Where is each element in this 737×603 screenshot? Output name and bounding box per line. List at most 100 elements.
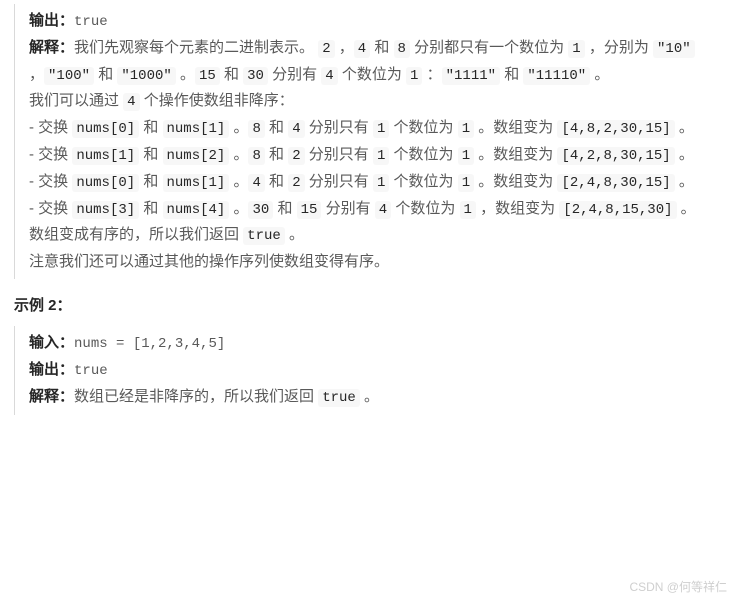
text: 。 [229,200,248,217]
input-value: nums = [1,2,3,4,5] [74,336,225,352]
text: 。数组变为 [474,173,557,190]
code: [4,2,8,30,15] [557,147,674,165]
code: "11110" [523,67,590,85]
code: 4 [375,201,391,219]
text: 。数组变为 [474,119,557,136]
code: 4 [321,67,337,85]
code: 1 [568,40,584,58]
code: nums[0] [72,174,139,192]
code: 15 [195,67,220,85]
code: nums[1] [72,147,139,165]
text: ，数组变为 [476,200,559,217]
swap-line-3: - 交换 nums[0] 和 nums[1] 。4 和 2 分别只有 1 个数位… [29,169,723,196]
output-line: 输出：true [29,8,723,35]
text: 我们先观察每个元素的二进制表示。 [74,39,318,56]
text: 。 [675,146,694,163]
text: 。 [285,226,304,243]
explain-label: 解释： [29,39,74,56]
code: [2,4,8,15,30] [559,201,676,219]
text: 。 [229,119,248,136]
text: 。 [677,200,696,217]
text: ， [29,66,44,83]
code: nums[3] [72,201,139,219]
explain-label: 解释： [29,388,74,405]
swap-line-4: - 交换 nums[3] 和 nums[4] 。30 和 15 分别有 4 个数… [29,196,723,223]
text: 。 [229,173,248,190]
text: 和 [139,173,162,190]
code: nums[4] [163,201,230,219]
input-line: 输入：nums = [1,2,3,4,5] [29,330,723,357]
text: 数组变成有序的，所以我们返回 [29,226,243,243]
text: 个数位为 [389,119,457,136]
text: 注意我们还可以通过其他的操作序列使数组变得有序。 [29,253,389,270]
explain-line: 解释：数组已经是非降序的，所以我们返回 true 。 [29,384,723,411]
example1-block: 输出：true 解释：我们先观察每个元素的二进制表示。 2 ，4 和 8 分别都… [14,4,723,279]
text: - 交换 [29,119,72,136]
input-label: 输入： [29,334,74,351]
text: 。 [360,388,379,405]
code: 30 [248,201,273,219]
text: 。数组变为 [474,146,557,163]
code: 1 [458,120,474,138]
text: ， [335,39,354,56]
text: 和 [94,66,117,83]
text: ： [422,66,441,83]
text: 和 [220,66,243,83]
text: 和 [139,200,162,217]
text: 分别有 [321,200,374,217]
code: 4 [123,93,139,111]
text: 我们可以通过 [29,92,123,109]
text: 个数位为 [391,200,459,217]
text: 和 [139,146,162,163]
text: 。 [176,66,195,83]
text: 和 [265,146,288,163]
text: 。 [229,146,248,163]
watermark: CSDN @何等祥仁 [629,577,727,597]
output-line: 输出：true [29,357,723,384]
output-label: 输出： [29,12,74,29]
text: 分别只有 [305,119,373,136]
output-label: 输出： [29,361,74,378]
code: 2 [318,40,334,58]
code: 2 [288,174,304,192]
code: [2,4,8,30,15] [557,174,674,192]
code: 1 [373,120,389,138]
code: true [243,227,285,245]
explain-line-1: 解释：我们先观察每个元素的二进制表示。 2 ，4 和 8 分别都只有一个数位为 … [29,35,723,89]
code: 4 [354,40,370,58]
code: 30 [243,67,268,85]
code: [4,8,2,30,15] [557,120,674,138]
text: 和 [265,173,288,190]
example2-block: 输入：nums = [1,2,3,4,5] 输出：true 解释：数组已经是非降… [14,326,723,414]
code: "1000" [117,67,175,85]
explain-line-4: 注意我们还可以通过其他的操作序列使数组变得有序。 [29,249,723,275]
code: 1 [373,147,389,165]
code: 4 [288,120,304,138]
text: - 交换 [29,146,72,163]
code: 1 [406,67,422,85]
text: 和 [500,66,523,83]
explain-line-2: 我们可以通过 4 个操作使数组非降序： [29,88,723,115]
text: 分别有 [268,66,321,83]
code: "10" [653,40,695,58]
text: 。 [675,173,694,190]
code: 1 [460,201,476,219]
code: "1111" [442,67,500,85]
code: 15 [297,201,322,219]
text: 。 [675,119,694,136]
code: nums[0] [72,120,139,138]
text: 分别只有 [305,146,373,163]
swap-line-2: - 交换 nums[1] 和 nums[2] 。8 和 2 分别只有 1 个数位… [29,142,723,169]
output-value: true [74,363,108,379]
code: 1 [373,174,389,192]
code: nums[2] [163,147,230,165]
code: nums[1] [163,120,230,138]
code: 4 [248,174,264,192]
text: 和 [370,39,393,56]
code: "100" [44,67,94,85]
text: 个操作使数组非降序： [140,92,294,109]
text: - 交换 [29,200,72,217]
text: 。 [590,66,609,83]
code: true [318,389,360,407]
code: 8 [248,120,264,138]
